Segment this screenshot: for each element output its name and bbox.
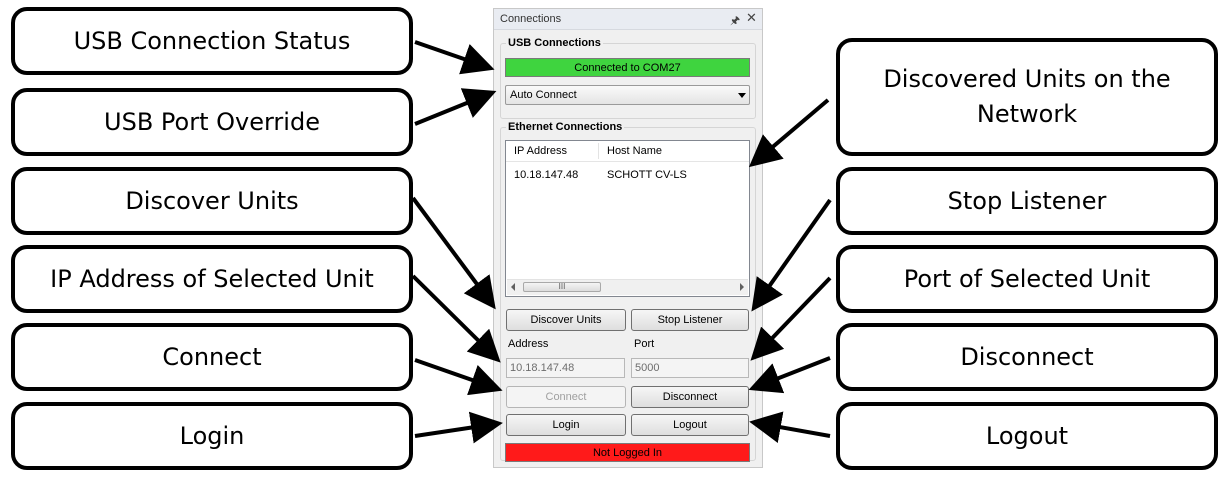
arrow-usb-status [414, 40, 495, 75]
arrow-logout [749, 411, 831, 443]
arrow-connect [414, 358, 503, 396]
arrow-usb-port [414, 88, 497, 126]
callout-arrows [411, 40, 832, 444]
arrow-ip-address [411, 274, 501, 363]
arrow-login [414, 411, 503, 444]
arrow-discovered-units [748, 98, 830, 168]
arrow-disconnect [748, 356, 831, 394]
